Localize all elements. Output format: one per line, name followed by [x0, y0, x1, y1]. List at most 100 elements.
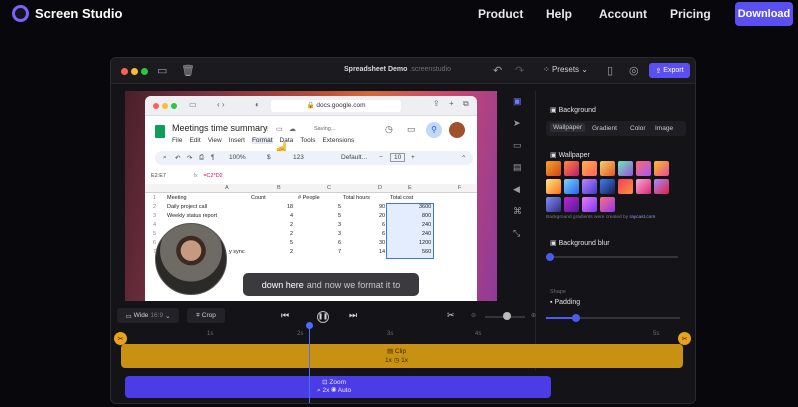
app-titlebar: ▭ 🗑 Spreadsheet Demo .screenstudio ↶ ↷ ⁘… — [111, 58, 695, 84]
credit-link[interactable]: raycast.com — [629, 215, 655, 220]
table-cell: 240 — [422, 222, 432, 228]
folder-icon[interactable]: ▭ — [157, 64, 167, 77]
shortcuts-tool-icon[interactable]: ⌘ — [513, 206, 522, 217]
menu-extensions: Extensions — [322, 137, 355, 144]
sidebar-toggle-icon[interactable]: ▯ — [607, 64, 613, 77]
settings-icon[interactable]: ◎ — [629, 64, 639, 77]
wallpaper-swatch[interactable] — [636, 179, 651, 194]
nav-pricing-link[interactable]: Pricing — [670, 7, 711, 21]
chevron-down-icon: ⌄ — [165, 312, 171, 320]
header-cell: Total cost — [390, 195, 414, 201]
export-button[interactable]: ⇪ Export — [649, 63, 690, 78]
caption-word: down here — [261, 279, 304, 290]
table-cell: 6 — [338, 240, 342, 246]
browser-close-dot — [153, 103, 159, 109]
wallpaper-swatch[interactable] — [600, 197, 615, 212]
browser-toolbar: ▭ ‹ › ◐ 🔒 docs.google.com ⇪ + ⧉ — [145, 96, 477, 116]
maximize-window-button[interactable] — [141, 68, 148, 75]
download-button[interactable]: Download — [735, 2, 793, 26]
table-cell: 7 — [338, 249, 342, 255]
ruler-mark: 2s — [297, 331, 304, 337]
undo-icon[interactable]: ↶ — [493, 64, 502, 77]
tab-image[interactable]: Image — [655, 125, 673, 132]
url-bar: 🔒 docs.google.com — [271, 100, 401, 112]
wallpaper-swatch[interactable] — [546, 197, 561, 212]
wallpaper-swatch[interactable] — [600, 161, 615, 176]
wallpaper-swatch[interactable] — [564, 197, 579, 212]
paint-format-icon: ¶ — [211, 154, 215, 161]
webcam-overlay — [155, 223, 227, 295]
aspect-ratio-dropdown[interactable]: ▭ Wide 16:9 ⌄ — [117, 308, 179, 323]
nav-account-link[interactable]: Account — [599, 7, 647, 21]
search-icon: ⌕ — [163, 154, 167, 161]
wallpaper-swatch[interactable] — [546, 161, 561, 176]
crop-button[interactable]: ⌗ Crop — [187, 308, 225, 323]
audio-tool-icon[interactable]: ◀ — [513, 184, 520, 195]
zoom-in-icon[interactable]: ⊕ — [531, 312, 536, 319]
redo-icon[interactable]: ↷ — [515, 64, 524, 77]
table-cell: 2 — [290, 222, 294, 228]
menu-view: View — [207, 137, 222, 144]
wallpaper-swatch[interactable] — [636, 161, 651, 176]
zoom-track[interactable]: ⊡ Zoom ⌕ 2x ◉ Auto — [125, 376, 551, 398]
blur-slider[interactable] — [550, 256, 678, 258]
nav-product-link[interactable]: Product — [478, 7, 523, 21]
blur-slider-knob[interactable] — [546, 253, 554, 261]
camera-tool-icon[interactable]: ▭ — [513, 140, 522, 151]
trash-icon[interactable]: 🗑 — [181, 64, 195, 77]
wallpaper-swatch[interactable] — [582, 161, 597, 176]
clip-label: Clip — [394, 348, 407, 355]
wallpaper-swatch[interactable] — [654, 161, 669, 176]
menu-insert: Insert — [228, 137, 245, 144]
aspect-icon: ▭ — [125, 312, 132, 320]
clip-icon: ▤ — [386, 348, 395, 355]
font-size: 10 — [390, 153, 406, 162]
table-cell: 6 — [382, 231, 386, 237]
wallpaper-swatch[interactable] — [564, 179, 579, 194]
skip-forward-icon[interactable]: ⏭ — [349, 310, 357, 321]
decrease-font-icon: − — [379, 154, 383, 161]
table-cell: 30 — [379, 240, 386, 246]
tab-color[interactable]: Color — [630, 125, 646, 132]
tab-gradient[interactable]: Gradient — [592, 125, 617, 132]
star-icon: ☆ — [263, 126, 270, 133]
table-cell: Weekly status report — [167, 213, 218, 219]
wallpaper-swatch[interactable] — [564, 161, 579, 176]
zoom-level: 2x — [322, 387, 330, 394]
share-person-icon: ⚲ — [426, 122, 442, 138]
ruler-mark: 3s — [387, 331, 394, 337]
column-header: B — [277, 185, 281, 191]
captions-tool-icon[interactable]: ▤ — [513, 162, 522, 173]
shape-heading: Shape — [550, 289, 566, 295]
cursor-tool-icon[interactable]: ➤ — [513, 118, 521, 129]
brand-logo[interactable]: Screen Studio — [12, 5, 122, 22]
zoom-out-icon[interactable]: ⊖ — [471, 312, 476, 319]
browser-sidebar-icon: ▭ — [189, 100, 197, 109]
nav-help-link[interactable]: Help — [546, 7, 572, 21]
export-icon: ⇪ — [655, 67, 664, 75]
skip-back-icon[interactable]: ⏮ — [281, 310, 289, 321]
wallpaper-swatch[interactable] — [654, 179, 669, 194]
background-tool-icon[interactable]: ▣ — [513, 96, 522, 107]
trim-end-handle[interactable]: ✂ — [678, 332, 691, 345]
wallpaper-swatch[interactable] — [600, 179, 615, 194]
wallpaper-swatch[interactable] — [618, 179, 633, 194]
scissors-icon[interactable]: ✂ — [447, 310, 455, 321]
minimize-window-button[interactable] — [131, 68, 138, 75]
new-tab-icon: + — [449, 99, 454, 108]
timeline-zoom-knob[interactable] — [503, 312, 511, 320]
presets-dropdown[interactable]: ⁘ Presets ⌄ — [543, 65, 588, 74]
close-window-button[interactable] — [121, 68, 128, 75]
preview-canvas[interactable]: ▭ ‹ › ◐ 🔒 docs.google.com ⇪ + ⧉ Meetings… — [125, 91, 497, 301]
playhead-knob[interactable] — [306, 322, 313, 329]
wallpaper-swatch[interactable] — [546, 179, 561, 194]
pause-icon[interactable]: ❚❚ — [317, 311, 329, 323]
wallpaper-swatch[interactable] — [582, 197, 597, 212]
playhead[interactable] — [309, 326, 310, 403]
transitions-tool-icon[interactable]: ⤡ — [513, 228, 520, 239]
wallpaper-swatch[interactable] — [618, 161, 633, 176]
table-cell: 4 — [290, 213, 294, 219]
clip-track[interactable]: ▤ Clip 1x ◷ 1x — [121, 344, 683, 368]
wallpaper-swatch[interactable] — [582, 179, 597, 194]
tab-wallpaper[interactable]: Wallpaper — [550, 123, 586, 132]
